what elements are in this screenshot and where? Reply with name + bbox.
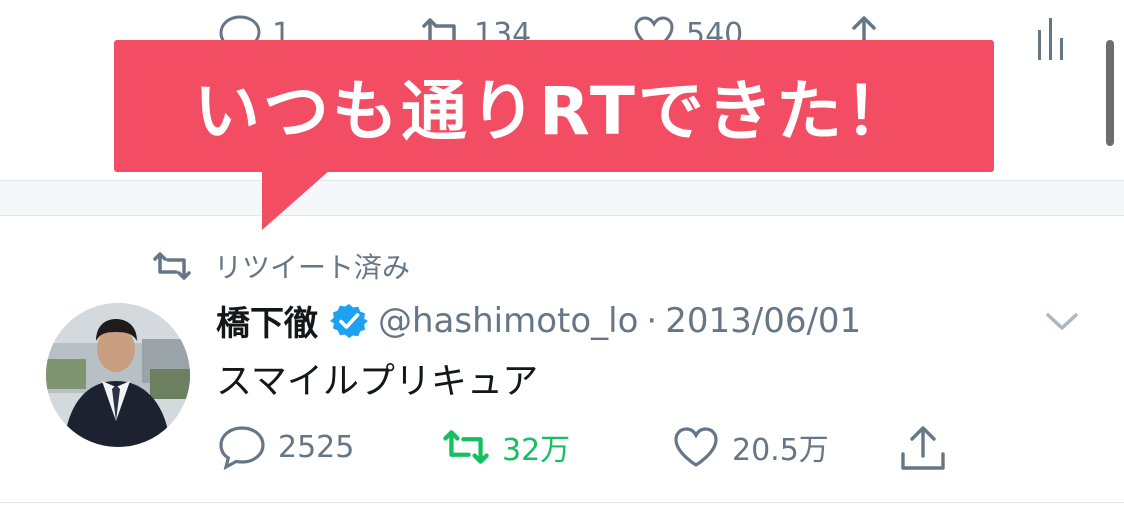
reply-count: 2525 <box>278 429 355 465</box>
chevron-down-icon[interactable] <box>1042 306 1082 336</box>
heart-icon <box>674 427 718 467</box>
timeline-separator <box>0 180 1124 216</box>
retweeted-indicator: リツイート済み <box>152 246 410 286</box>
callout-tail <box>262 170 330 230</box>
reply-icon <box>219 426 265 470</box>
callout-text: いつも通りRTできた！ <box>194 73 914 150</box>
verified-badge-icon <box>330 303 368 338</box>
tweet-header: 橋下徹 @hashimoto_lo · 2013/06/01 <box>216 296 861 345</box>
scrollbar[interactable] <box>1106 40 1114 146</box>
retweeted-label: リツイート済み <box>214 251 411 284</box>
avatar[interactable] <box>46 303 190 447</box>
retweet-count: 32万 <box>502 433 571 468</box>
timeline: 1 134 540 いつも通りRTできた！ リツイート済み 橋下徹 @hashi… <box>0 0 1124 527</box>
share-icon[interactable] <box>898 424 948 472</box>
tweet-divider <box>0 502 1124 503</box>
retweet-button[interactable]: 32万 <box>442 424 570 470</box>
like-button[interactable]: 20.5万 <box>672 424 829 470</box>
avatar-image <box>46 303 190 447</box>
tweet-date[interactable]: 2013/06/01 <box>665 301 861 341</box>
separator-dot: · <box>646 300 658 341</box>
author-name[interactable]: 橋下徹 <box>216 296 318 345</box>
tweet-text: スマイルプリキュア <box>216 361 539 402</box>
analytics-icon[interactable] <box>1030 16 1070 62</box>
callout-banner: いつも通りRTできた！ <box>114 40 994 172</box>
like-count: 20.5万 <box>732 433 829 468</box>
author-handle[interactable]: @hashimoto_lo <box>378 301 638 341</box>
retweet-icon <box>443 430 489 464</box>
reply-button[interactable]: 2525 <box>218 424 354 470</box>
retweet-icon <box>153 252 191 280</box>
